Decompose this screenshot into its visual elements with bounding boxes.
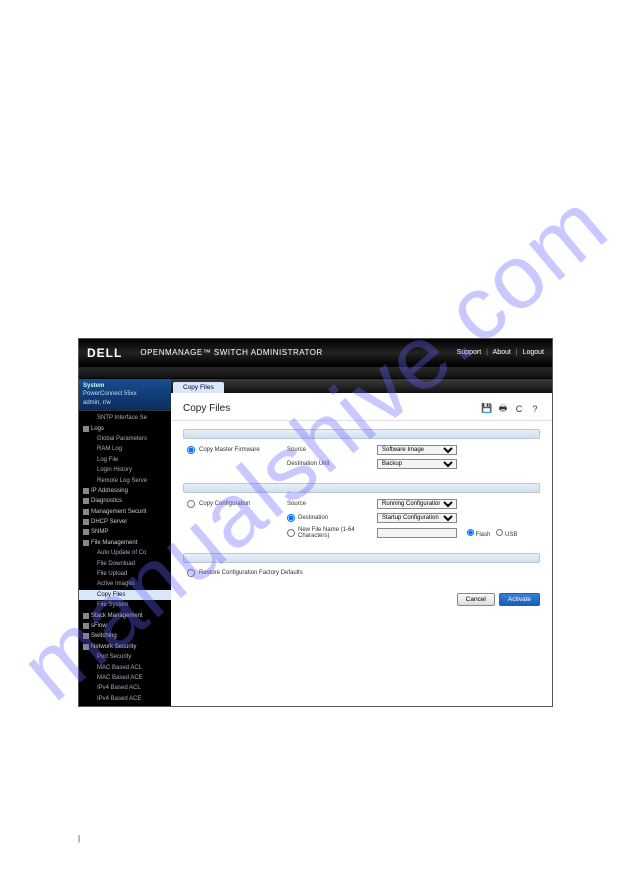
sidebar-item-ipv4-based-acl[interactable]: IPv4 Based ACL (79, 683, 171, 693)
help-icon[interactable]: ? (530, 404, 540, 414)
new-file-input[interactable] (377, 528, 457, 538)
sidebar-item-switching[interactable]: Switching (79, 631, 171, 641)
print-icon[interactable]: 🖶 (498, 404, 508, 414)
sidebar-item-log-file[interactable]: Log File (79, 455, 171, 465)
dest-unit-select[interactable]: Backup (377, 459, 457, 469)
source-select[interactable]: Software Image (377, 445, 457, 455)
header-bar: DELL OPENMANAGE™ SWITCH ADMINISTRATOR Su… (79, 339, 552, 367)
dest-unit-label: Destination Unit (287, 461, 377, 467)
destination-radio[interactable] (287, 514, 295, 522)
system-info-block: System PowerConnect 55xx admin, r/w (79, 379, 171, 411)
flash-radio[interactable] (467, 529, 474, 536)
sidebar-item-snmp[interactable]: SNMP (79, 527, 171, 537)
section-header (183, 483, 540, 493)
source-label: Source (287, 447, 377, 453)
support-link[interactable]: Support (457, 349, 482, 356)
sidebar-item-ip-addressing[interactable]: IP Addressing (79, 486, 171, 496)
sidebar-item-network-security[interactable]: Network Security (79, 642, 171, 652)
sidebar-item-file-upload[interactable]: File Upload (79, 569, 171, 579)
section-copy-configuration: Copy Configuration Source Running Config… (183, 483, 540, 545)
app-title: OPENMANAGE™ SWITCH ADMINISTRATOR (140, 348, 456, 357)
restore-defaults-label: Restore Configuration Factory Defaults (199, 570, 303, 576)
section-restore-defaults: Restore Configuration Factory Defaults (183, 553, 540, 583)
button-row: Cancel Activate (171, 587, 552, 616)
app-window: DELL OPENMANAGE™ SWITCH ADMINISTRATOR Su… (78, 338, 553, 707)
copy-configuration-label: Copy Configuration (199, 501, 250, 507)
flash-option[interactable]: Flash (467, 529, 490, 538)
sidebar-item-diagnostics[interactable]: Diagnostics (79, 496, 171, 506)
sidebar-item-file-system[interactable]: File System (79, 600, 171, 610)
page-footer-mark: | (78, 834, 80, 843)
sidebar-item-copy-files[interactable]: Copy Files (79, 590, 171, 600)
new-file-label: New File Name (1-64 Characters) (298, 527, 377, 539)
device-name: PowerConnect 55xx (83, 390, 167, 398)
copy-master-firmware-radio[interactable] (187, 446, 195, 454)
copy-master-firmware-label: Copy Master Firmware (199, 447, 260, 453)
sidebar-item-logs[interactable]: Logs (79, 424, 171, 434)
sidebar-item-active-images[interactable]: Active Images (79, 579, 171, 589)
sidebar-item-mac-based-ace[interactable]: MAC Based ACE (79, 673, 171, 683)
sidebar-item-file-management[interactable]: File Management (79, 538, 171, 548)
sidebar-item-stack-management[interactable]: Stack Management (79, 611, 171, 621)
sidebar-item-file-download[interactable]: File Download (79, 559, 171, 569)
sidebar-item-login-history[interactable]: Login History (79, 465, 171, 475)
separator: | (486, 349, 488, 356)
nav-tree: SNTP Interface SeLogsGlobal ParametersRA… (79, 411, 171, 706)
sub-header-bar (79, 367, 552, 379)
usb-radio[interactable] (496, 529, 503, 536)
title-icons: 💾 🖶 C ? (482, 404, 540, 414)
sidebar-item-dhcp-server[interactable]: DHCP Server (79, 517, 171, 527)
config-source-label: Source (287, 501, 377, 507)
restore-defaults-radio[interactable] (187, 569, 195, 577)
refresh-icon[interactable]: C (514, 404, 524, 414)
sidebar: System PowerConnect 55xx admin, r/w SNTP… (79, 379, 171, 706)
sidebar-item-remote-log-serve[interactable]: Remote Log Serve (79, 476, 171, 486)
user-info: admin, r/w (83, 399, 167, 407)
sidebar-item-port-security[interactable]: Port Security (79, 652, 171, 662)
sidebar-item-ipv4-based-ace[interactable]: IPv4 Based ACE (79, 694, 171, 704)
system-label: System (83, 382, 167, 390)
header-links: Support | About | Logout (457, 349, 544, 356)
content-area: Copy Files Copy Files 💾 🖶 C ? (171, 379, 552, 706)
activate-button[interactable]: Activate (499, 593, 540, 606)
tab-row: Copy Files (171, 379, 552, 393)
sidebar-item-mac-based-acl[interactable]: MAC Based ACL (79, 663, 171, 673)
sidebar-item-global-parameters[interactable]: Global Parameters (79, 434, 171, 444)
separator: | (516, 349, 518, 356)
page-title-row: Copy Files 💾 🖶 C ? (171, 393, 552, 421)
usb-option[interactable]: USB (496, 529, 517, 538)
copy-configuration-radio[interactable] (187, 500, 195, 508)
logout-link[interactable]: Logout (523, 349, 544, 356)
dell-logo: DELL (87, 346, 122, 360)
destination-select[interactable]: Startup Configuration (377, 513, 457, 523)
section-header (183, 429, 540, 439)
destination-label: Destination (298, 515, 328, 521)
tab-copy-files[interactable]: Copy Files (173, 382, 224, 393)
section-copy-master-firmware: Copy Master Firmware Source Software Ima… (183, 429, 540, 475)
save-icon[interactable]: 💾 (482, 404, 492, 414)
page-title: Copy Files (183, 403, 482, 414)
about-link[interactable]: About (493, 349, 511, 356)
sidebar-item-ram-log[interactable]: RAM Log (79, 444, 171, 454)
sidebar-item-sflow[interactable]: sFlow (79, 621, 171, 631)
sidebar-item-management-securit[interactable]: Management Securit (79, 507, 171, 517)
sidebar-item-auto-update-of-co[interactable]: Auto Update of Co (79, 548, 171, 558)
cancel-button[interactable]: Cancel (457, 593, 495, 606)
sidebar-item-sntp-interface-se[interactable]: SNTP Interface Se (79, 413, 171, 423)
section-header (183, 553, 540, 563)
new-file-radio[interactable] (287, 529, 295, 537)
config-source-select[interactable]: Running Configuration (377, 499, 457, 509)
